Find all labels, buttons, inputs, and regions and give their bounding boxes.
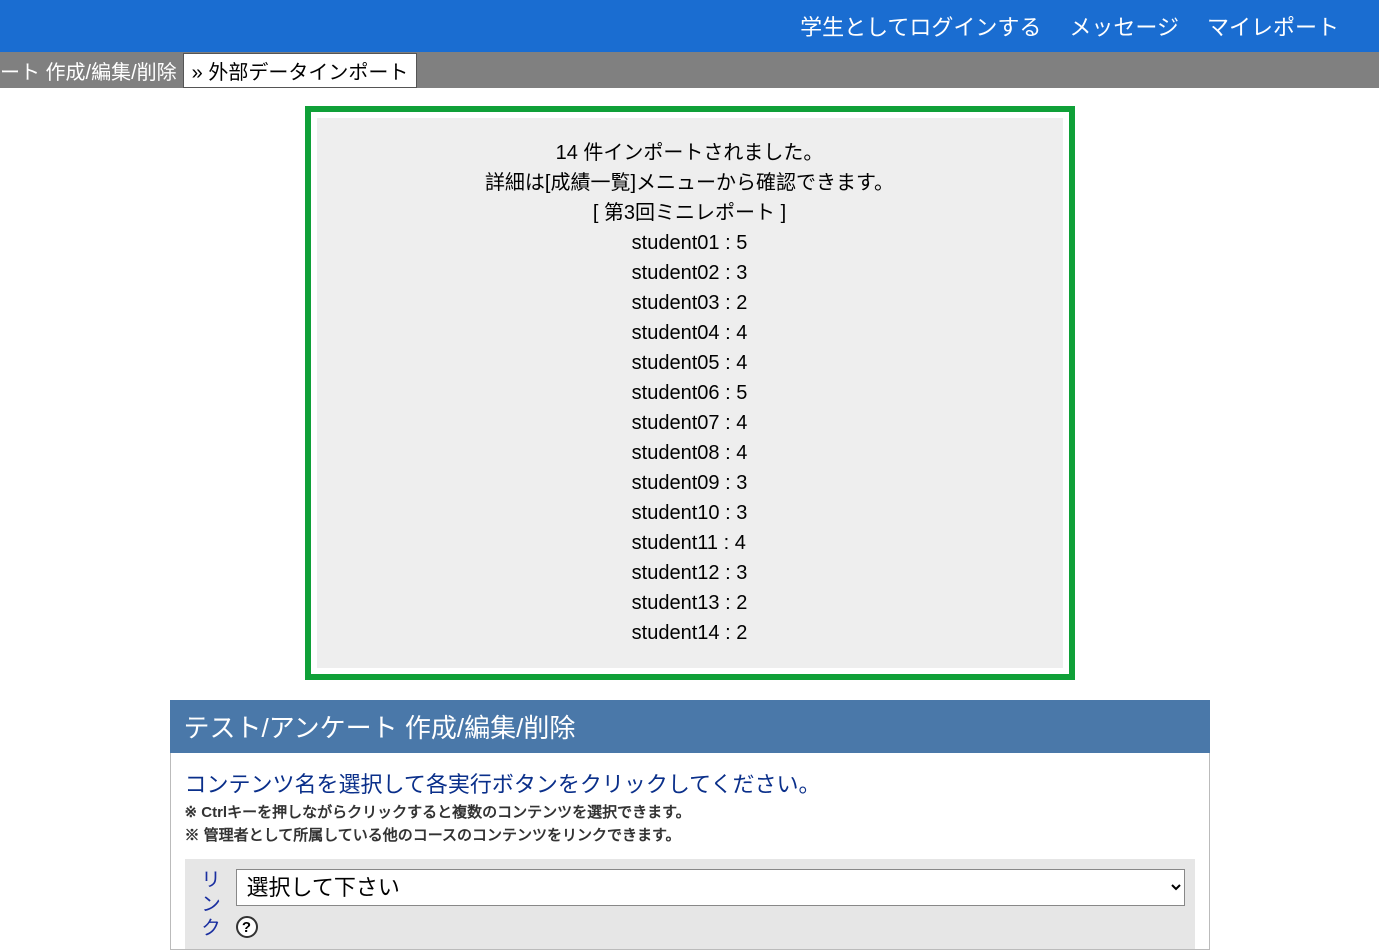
section-hint-2: ※ 管理者として所属している他のコースのコンテンツをリンクできます。 bbox=[185, 824, 1195, 845]
result-student-item: student14 : 2 bbox=[632, 618, 748, 648]
section-hint-1: ※ Ctrlキーを押しながらクリックすると複数のコンテンツを選択できます。 bbox=[185, 801, 1195, 822]
result-student-item: student13 : 2 bbox=[632, 588, 748, 618]
result-line-1: 14 件インポートされました。 bbox=[347, 138, 1033, 168]
result-student-item: student01 : 5 bbox=[632, 228, 748, 258]
link-label: リンク bbox=[195, 869, 224, 941]
result-student-item: student03 : 2 bbox=[632, 288, 748, 318]
breadcrumb: ート 作成/編集/削除 » 外部データインポート bbox=[0, 52, 1379, 88]
section-header: テスト/アンケート 作成/編集/削除 bbox=[170, 700, 1210, 753]
login-as-student-link[interactable]: 学生としてログインする bbox=[800, 10, 1041, 42]
result-line-3: [ 第3回ミニレポート ] bbox=[347, 198, 1033, 228]
messages-link[interactable]: メッセージ bbox=[1069, 10, 1179, 42]
top-nav: 学生としてログインする メッセージ マイレポート bbox=[0, 0, 1379, 52]
result-student-item: student04 : 4 bbox=[632, 318, 748, 348]
import-result-inner: 14 件インポートされました。 詳細は[成績一覧]メニューから確認できます。 [… bbox=[317, 118, 1063, 668]
import-result-box: 14 件インポートされました。 詳細は[成績一覧]メニューから確認できます。 [… bbox=[305, 106, 1075, 680]
section-instruction: コンテンツ名を選択して各実行ボタンをクリックしてください。 bbox=[185, 767, 1195, 799]
result-student-item: student05 : 4 bbox=[632, 348, 748, 378]
link-select[interactable]: 選択して下さい bbox=[236, 869, 1185, 906]
result-student-item: student12 : 3 bbox=[632, 558, 748, 588]
result-student-item: student09 : 3 bbox=[632, 468, 748, 498]
result-student-item: student10 : 3 bbox=[632, 498, 748, 528]
result-student-item: student08 : 4 bbox=[632, 438, 748, 468]
breadcrumb-current: » 外部データインポート bbox=[183, 53, 418, 88]
section-body: コンテンツ名を選択して各実行ボタンをクリックしてください。 ※ Ctrlキーを押… bbox=[170, 753, 1210, 950]
result-student-list: student01 : 5student02 : 3student03 : 2s… bbox=[632, 228, 748, 648]
result-line-2: 詳細は[成績一覧]メニューから確認できます。 bbox=[347, 168, 1033, 198]
result-student-item: student07 : 4 bbox=[632, 408, 748, 438]
link-row: リンク 選択して下さい ? bbox=[185, 859, 1195, 949]
link-controls: 選択して下さい ? bbox=[236, 869, 1185, 938]
help-icon[interactable]: ? bbox=[236, 916, 258, 938]
my-report-link[interactable]: マイレポート bbox=[1207, 10, 1339, 42]
result-student-item: student06 : 5 bbox=[632, 378, 748, 408]
breadcrumb-prev[interactable]: ート 作成/編集/削除 bbox=[0, 56, 183, 85]
result-student-item: student02 : 3 bbox=[632, 258, 748, 288]
result-student-item: student11 : 4 bbox=[632, 528, 748, 558]
